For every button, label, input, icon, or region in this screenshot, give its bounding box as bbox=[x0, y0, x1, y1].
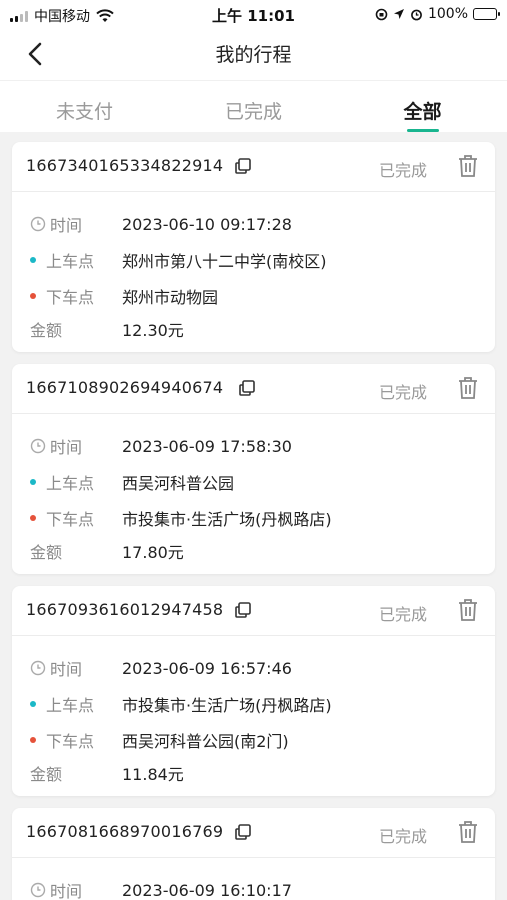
time-label: 时间 bbox=[50, 438, 83, 457]
trip-amount: 17.80元 bbox=[122, 543, 184, 562]
copy-icon[interactable] bbox=[234, 601, 252, 619]
amount-label: 金额 bbox=[30, 543, 63, 562]
order-card-header: 1667093616012947458 已完成 bbox=[12, 586, 495, 636]
tab-unpaid[interactable]: 未支付 bbox=[0, 81, 169, 132]
pickup-dot-icon bbox=[30, 479, 36, 485]
trash-icon[interactable] bbox=[457, 376, 479, 400]
dropoff-dot-icon bbox=[30, 515, 36, 521]
pickup-label: 上车点 bbox=[46, 696, 95, 715]
dropoff-dot-icon bbox=[30, 293, 36, 299]
time-row: 时间 2023-06-09 16:10:17 bbox=[30, 872, 481, 900]
pickup-row: 上车点 郑州市第八十二中学(南校区) bbox=[30, 242, 481, 278]
status-bar: 中国移动 上午 11:01 100% bbox=[0, 0, 507, 28]
dropoff-label: 下车点 bbox=[46, 732, 95, 751]
trip-time: 2023-06-10 09:17:28 bbox=[122, 214, 292, 234]
page-title: 我的行程 bbox=[215, 44, 292, 66]
amount-row: 金额 11.84元 bbox=[30, 758, 481, 788]
dropoff-row: 下车点 西吴河科普公园(南2门) bbox=[30, 722, 481, 758]
trip-amount: 12.30元 bbox=[122, 321, 184, 340]
dropoff-location: 市投集市·生活广场(丹枫路店) bbox=[122, 510, 332, 529]
copy-icon[interactable] bbox=[234, 823, 252, 841]
order-id: 1667093616012947458 bbox=[26, 600, 224, 619]
pickup-row: 上车点 西吴河科普公园 bbox=[30, 464, 481, 500]
trip-time: 2023-06-09 17:58:30 bbox=[122, 436, 292, 456]
trip-amount: 11.84元 bbox=[122, 765, 184, 784]
pickup-location: 郑州市第八十二中学(南校区) bbox=[122, 252, 327, 271]
order-id: 1667108902694940674 bbox=[26, 378, 224, 397]
copy-icon[interactable] bbox=[234, 157, 252, 175]
time-label: 时间 bbox=[50, 882, 83, 900]
pickup-location: 西吴河科普公园 bbox=[122, 474, 235, 493]
amount-row: 金额 12.30元 bbox=[30, 314, 481, 344]
location-icon bbox=[393, 9, 404, 19]
pickup-label: 上车点 bbox=[46, 252, 95, 271]
clock-icon bbox=[30, 660, 46, 676]
tab-all[interactable]: 全部 bbox=[338, 81, 507, 132]
status-bar-right: 100% bbox=[375, 6, 500, 22]
pickup-row: 上车点 市投集市·生活广场(丹枫路店) bbox=[30, 686, 481, 722]
amount-label: 金额 bbox=[30, 321, 63, 340]
trash-icon[interactable] bbox=[457, 154, 479, 178]
order-card[interactable]: 1667093616012947458 已完成 时间 2023-06-09 16… bbox=[12, 586, 495, 796]
tab-bar: 未支付 已完成 全部 bbox=[0, 80, 507, 132]
time-row: 时间 2023-06-09 17:58:30 bbox=[30, 428, 481, 464]
order-card-body: 时间 2023-06-09 17:58:30 上车点 西吴河科普公园 下车点 市… bbox=[12, 414, 495, 574]
order-status: 已完成 bbox=[378, 161, 427, 180]
pickup-dot-icon bbox=[30, 257, 36, 263]
time-row: 时间 2023-06-10 09:17:28 bbox=[30, 206, 481, 242]
order-card-body: 时间 2023-06-09 16:57:46 上车点 市投集市·生活广场(丹枫路… bbox=[12, 636, 495, 796]
order-card-header: 1667081668970016769 已完成 bbox=[12, 808, 495, 858]
amount-label: 金额 bbox=[30, 765, 63, 784]
time-row: 时间 2023-06-09 16:57:46 bbox=[30, 650, 481, 686]
time-label: 时间 bbox=[50, 660, 83, 679]
amount-row: 金额 17.80元 bbox=[30, 536, 481, 566]
time-label: 时间 bbox=[50, 216, 83, 235]
order-card[interactable]: 1667108902694940674 已完成 时间 2023-06-09 17… bbox=[12, 364, 495, 574]
clock-icon bbox=[30, 438, 46, 454]
dropoff-dot-icon bbox=[30, 737, 36, 743]
clock-icon bbox=[30, 882, 46, 898]
nav-bar: 我的行程 bbox=[0, 28, 507, 80]
order-id: 1667081668970016769 bbox=[26, 822, 224, 841]
trash-icon[interactable] bbox=[457, 820, 479, 844]
trip-time: 2023-06-09 16:57:46 bbox=[122, 658, 292, 678]
order-card[interactable]: 1667340165334822914 已完成 时间 2023-06-10 09… bbox=[12, 142, 495, 352]
trash-icon[interactable] bbox=[457, 598, 479, 622]
order-card[interactable]: 1667081668970016769 已完成 时间 2023-06-09 16… bbox=[12, 808, 495, 900]
dropoff-label: 下车点 bbox=[46, 288, 95, 307]
pickup-label: 上车点 bbox=[46, 474, 95, 493]
order-card-body: 时间 2023-06-10 09:17:28 上车点 郑州市第八十二中学(南校区… bbox=[12, 192, 495, 352]
pickup-location: 市投集市·生活广场(丹枫路店) bbox=[122, 696, 332, 715]
orientation-lock-icon bbox=[375, 8, 388, 20]
dropoff-row: 下车点 市投集市·生活广场(丹枫路店) bbox=[30, 500, 481, 536]
dropoff-location: 西吴河科普公园(南2门) bbox=[122, 732, 289, 751]
order-card-header: 1667340165334822914 已完成 bbox=[12, 142, 495, 192]
order-card-body: 时间 2023-06-09 16:10:17 bbox=[12, 858, 495, 900]
dropoff-label: 下车点 bbox=[46, 510, 95, 529]
order-status: 已完成 bbox=[378, 827, 427, 846]
battery-percent: 100% bbox=[427, 6, 468, 22]
copy-icon[interactable] bbox=[238, 379, 256, 397]
dropoff-location: 郑州市动物园 bbox=[122, 288, 219, 307]
order-card-header: 1667108902694940674 已完成 bbox=[12, 364, 495, 414]
order-id: 1667340165334822914 bbox=[26, 156, 224, 175]
order-status: 已完成 bbox=[378, 605, 427, 624]
alarm-icon bbox=[411, 9, 422, 20]
clock-icon bbox=[30, 216, 46, 232]
dropoff-row: 下车点 郑州市动物园 bbox=[30, 278, 481, 314]
order-status: 已完成 bbox=[378, 383, 427, 402]
tab-completed[interactable]: 已完成 bbox=[169, 81, 338, 132]
pickup-dot-icon bbox=[30, 701, 36, 707]
trip-time: 2023-06-09 16:10:17 bbox=[122, 880, 292, 900]
battery-icon bbox=[473, 8, 500, 20]
order-list: 1667340165334822914 已完成 时间 2023-06-10 09… bbox=[0, 132, 507, 900]
